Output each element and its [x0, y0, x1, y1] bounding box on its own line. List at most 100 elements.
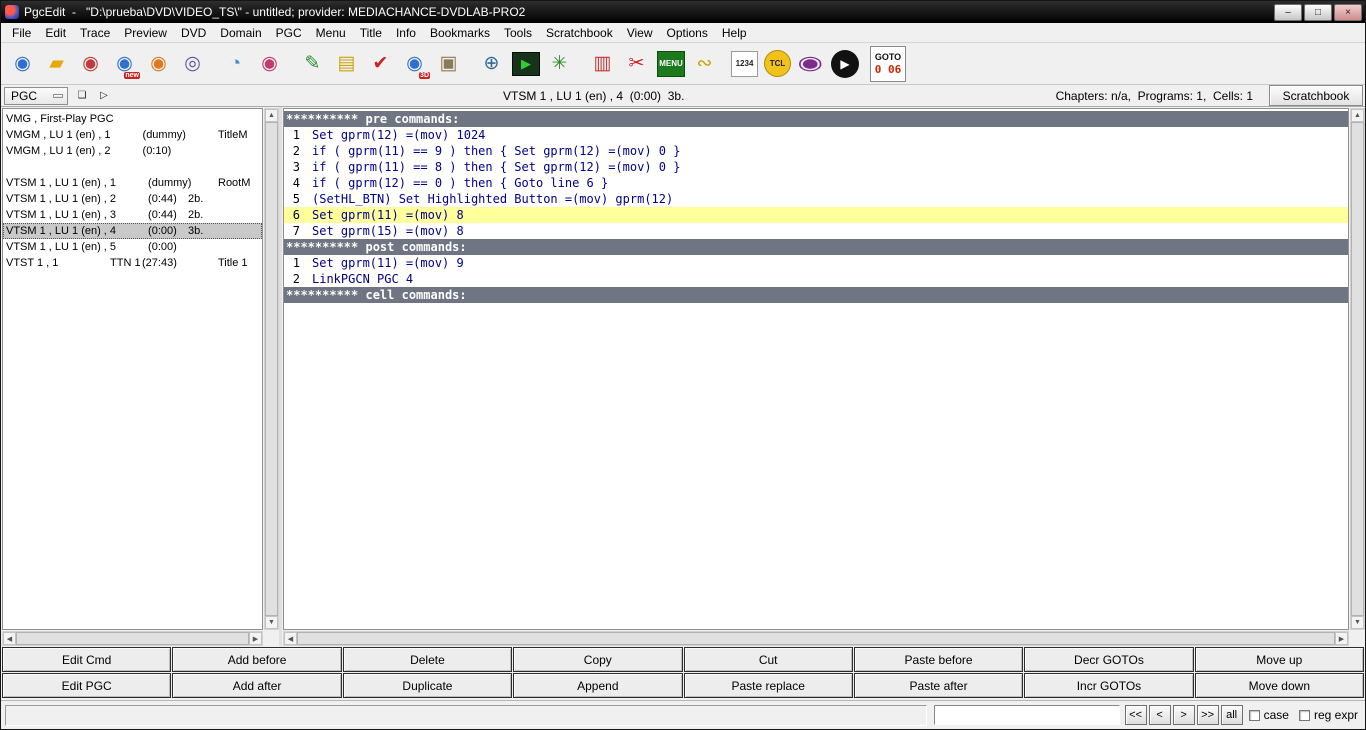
clipboard-icon[interactable]: ▣	[432, 46, 465, 82]
search-nav-button[interactable]: all	[1220, 705, 1243, 725]
play-trace-icon[interactable]: ▷	[96, 88, 112, 104]
menu-item[interactable]: View	[620, 24, 660, 42]
renumber-icon[interactable]: 1234	[731, 50, 758, 77]
tcl-icon[interactable]: TCL	[764, 50, 791, 77]
wheel-icon[interactable]: ✳	[543, 46, 576, 82]
new-dvd-icon[interactable]: ◉	[6, 46, 39, 82]
scroll-left-icon[interactable]: ◀	[3, 632, 16, 645]
action-button[interactable]: Delete	[342, 647, 513, 672]
command-row[interactable]: ********** post commands:	[284, 239, 1348, 255]
pgc-list-hscrollbar[interactable]: ◀ ▶	[2, 631, 263, 646]
action-button[interactable]: Decr GOTOs	[1024, 647, 1194, 672]
pgc-list-item[interactable]: VMGM , LU 1 (en) , 2 (0:10)	[3, 143, 262, 159]
menu-item[interactable]: Menu	[309, 24, 353, 42]
action-button[interactable]: Append	[513, 673, 683, 698]
menu-button-icon[interactable]: MENU	[657, 50, 685, 77]
pgc-list-item[interactable]: VTST 1 , 1 TTN 1 (27:43) Title 1	[3, 255, 262, 271]
globe-icon[interactable]: ⊕	[475, 46, 508, 82]
menu-item[interactable]: Domain	[213, 24, 268, 42]
menu-item[interactable]: Info	[389, 24, 423, 42]
menu-item[interactable]: PGC	[269, 24, 309, 42]
minimize-button[interactable]: –	[1274, 3, 1302, 21]
command-row[interactable]: ********** pre commands:	[284, 111, 1348, 127]
menu-item[interactable]: Edit	[38, 24, 73, 42]
scroll-up-icon[interactable]: ▲	[1351, 109, 1364, 122]
action-button[interactable]: Paste before	[853, 647, 1024, 672]
command-list-hscrollbar[interactable]: ◀ ▶	[283, 631, 1349, 646]
scroll-up-icon[interactable]: ▲	[265, 109, 278, 122]
pgc-list-item[interactable]: VTSM 1 , LU 1 (en) , 2 (0:44) 2b.	[3, 191, 262, 207]
scroll-left-icon[interactable]: ◀	[284, 632, 297, 645]
search-option[interactable]: reg expr	[1298, 708, 1358, 722]
examine-dvd-icon[interactable]: ◎	[176, 46, 209, 82]
action-button[interactable]: Edit PGC	[2, 673, 172, 698]
batch-edit-icon[interactable]: ▤	[330, 46, 363, 82]
action-button[interactable]: Edit Cmd	[2, 647, 172, 672]
action-button[interactable]: Copy	[513, 647, 683, 672]
scroll-down-icon[interactable]: ▼	[1351, 616, 1364, 629]
action-button[interactable]: Incr GOTOs	[1024, 673, 1194, 698]
search-nav-button[interactable]: >	[1172, 705, 1195, 725]
pgc-list-item[interactable]: VTSM 1 , LU 1 (en) , 4 (0:00) 3b.	[3, 223, 262, 239]
action-button[interactable]: Cut	[683, 647, 853, 672]
burn-dvd-icon[interactable]: ◉	[142, 46, 175, 82]
open-folder-icon[interactable]: ▰	[40, 46, 73, 82]
tearoff-icon[interactable]: ❏	[74, 88, 90, 104]
search-nav-button[interactable]: <	[1148, 705, 1171, 725]
command-row[interactable]: 1 Set gprm(11) =(mov) 9	[284, 255, 1348, 271]
command-row[interactable]: 1 Set gprm(12) =(mov) 1024	[284, 127, 1348, 143]
trace-bars-icon[interactable]: ▥	[586, 46, 619, 82]
command-row[interactable]: ********** cell commands:	[284, 287, 1348, 303]
command-row[interactable]: 6 Set gprm(11) =(mov) 8	[284, 207, 1348, 223]
menu-item[interactable]: Preview	[117, 24, 174, 42]
search-input[interactable]	[933, 705, 1120, 725]
command-row[interactable]: 2 if ( gprm(11) == 9 ) then { Set gprm(1…	[284, 143, 1348, 159]
scroll-down-icon[interactable]: ▼	[265, 616, 278, 629]
scroll-right-icon[interactable]: ▶	[249, 632, 262, 645]
action-button[interactable]: Add before	[172, 647, 342, 672]
action-button[interactable]: Paste after	[853, 673, 1024, 698]
checkbox-icon[interactable]	[1298, 709, 1310, 721]
scroll-right-icon[interactable]: ▶	[1335, 632, 1348, 645]
pgc-list-item[interactable]: VMG , First-Play PGC	[3, 111, 262, 127]
3d-disc-icon[interactable]: ◉ 3D	[398, 46, 431, 82]
command-row[interactable]: 7 Set gprm(15) =(mov) 8	[284, 223, 1348, 239]
command-row[interactable]: 2 LinkPGCN PGC 4	[284, 271, 1348, 287]
video-preview-icon[interactable]: ▶	[512, 51, 540, 76]
scroll-thumb[interactable]	[16, 632, 249, 645]
menu-item[interactable]: DVD	[174, 24, 213, 42]
menu-item[interactable]: Options	[660, 24, 715, 42]
menu-item[interactable]: Help	[715, 24, 754, 42]
search-nav-button[interactable]: <<	[1124, 705, 1147, 725]
pgc-selector[interactable]: PGC	[4, 86, 68, 105]
close-button[interactable]: ×	[1334, 3, 1362, 21]
goto-trace-icon[interactable]: ▶	[831, 49, 859, 78]
action-button[interactable]: Add after	[172, 673, 342, 698]
pgc-list-item[interactable]	[3, 159, 262, 175]
edit-commands-icon[interactable]: ✎	[296, 46, 329, 82]
pgc-list-item[interactable]: VTSM 1 , LU 1 (en) , 3 (0:44) 2b.	[3, 207, 262, 223]
search-option[interactable]: case	[1248, 708, 1289, 722]
menu-item[interactable]: Tools	[497, 24, 539, 42]
menu-item[interactable]: Trace	[73, 24, 117, 42]
command-list-vscrollbar[interactable]: ▲ ▼	[1350, 108, 1365, 630]
pgc-list-vscrollbar[interactable]: ▲ ▼	[264, 108, 279, 630]
scroll-thumb[interactable]	[265, 122, 278, 616]
scroll-thumb[interactable]	[297, 632, 1335, 645]
preview-eye-icon[interactable]: ◉	[794, 46, 827, 82]
restore-backup-icon[interactable]: ◉	[253, 46, 286, 82]
menu-item[interactable]: Bookmarks	[423, 24, 497, 42]
open-dvd-icon[interactable]: ◉	[74, 46, 107, 82]
pgc-list-item[interactable]: VTSM 1 , LU 1 (en) , 1 (dummy) RootM	[3, 175, 262, 191]
check-dvd-icon[interactable]: ✔	[364, 46, 397, 82]
command-row[interactable]: 3 if ( gprm(11) == 8 ) then { Set gprm(1…	[284, 159, 1348, 175]
checkbox-icon[interactable]	[1248, 709, 1260, 721]
maximize-button[interactable]: □	[1304, 3, 1332, 21]
command-row[interactable]: 5 (SetHL_BTN) Set Highlighted Button =(m…	[284, 191, 1348, 207]
copy-dvd-icon[interactable]: ◔	[219, 46, 252, 82]
new-menu-icon[interactable]: ◉ new	[108, 46, 141, 82]
action-button[interactable]: Move down	[1194, 673, 1364, 698]
action-button[interactable]: Move up	[1194, 647, 1364, 672]
search-nav-button[interactable]: >>	[1196, 705, 1219, 725]
command-row[interactable]: 4 if ( gprm(12) == 0 ) then { Goto line …	[284, 175, 1348, 191]
